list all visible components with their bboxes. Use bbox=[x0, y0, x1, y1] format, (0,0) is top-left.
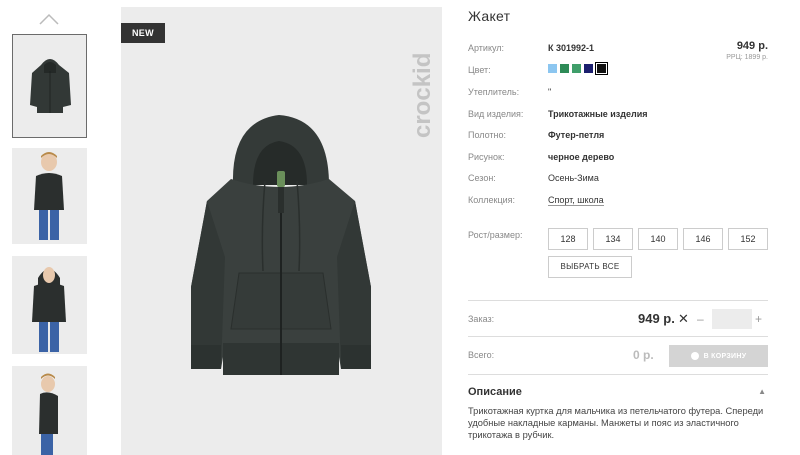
caret-up-icon[interactable]: ▲ bbox=[758, 387, 766, 396]
attr-value: " bbox=[548, 87, 552, 97]
attr-value: Трикотажные изделия bbox=[548, 109, 648, 119]
attr-row-color: Цвет: bbox=[468, 62, 768, 79]
attr-label: Рисунок: bbox=[468, 152, 505, 162]
add-to-cart-button[interactable]: В КОРЗИНУ bbox=[669, 345, 768, 367]
size-label: Рост/размер: bbox=[468, 230, 523, 240]
product-title: Жакет bbox=[468, 8, 511, 24]
attr-label: Коллекция: bbox=[468, 195, 516, 205]
color-swatch-green-2[interactable] bbox=[572, 64, 581, 73]
attr-value: черное дерево bbox=[548, 152, 615, 162]
divider bbox=[468, 336, 768, 337]
attr-row-pattern: Рисунок: черное дерево bbox=[468, 150, 768, 166]
divider bbox=[468, 300, 768, 301]
size-option-140[interactable]: 140 bbox=[638, 228, 678, 250]
color-swatch-light-blue[interactable] bbox=[548, 64, 557, 73]
jacket-image bbox=[191, 115, 371, 375]
description-text: Трикотажная куртка для мальчика из петел… bbox=[468, 406, 764, 440]
attr-label: Цвет: bbox=[468, 65, 491, 75]
size-option-128[interactable]: 128 bbox=[548, 228, 588, 250]
add-to-cart-label: В КОРЗИНУ bbox=[703, 352, 747, 360]
attr-label: Сезон: bbox=[468, 173, 496, 183]
thumbnail-model-side[interactable] bbox=[12, 366, 87, 455]
thumbnail-jacket[interactable] bbox=[12, 34, 87, 138]
attr-value: Осень-Зима bbox=[548, 173, 599, 183]
main-product-image: NEW crockid bbox=[121, 7, 442, 455]
size-option-134[interactable]: 134 bbox=[593, 228, 633, 250]
attr-row-insulation: Утеплитель: " bbox=[468, 85, 768, 101]
select-all-sizes-button[interactable]: ВЫБРАТЬ ВСЕ bbox=[548, 256, 632, 278]
quantity-input[interactable] bbox=[712, 309, 752, 329]
color-swatch-black[interactable] bbox=[595, 62, 608, 75]
order-label: Заказ: bbox=[468, 314, 495, 324]
color-swatch-green[interactable] bbox=[560, 64, 569, 73]
attr-label: Полотно: bbox=[468, 130, 507, 140]
total-label: Всего: bbox=[468, 350, 495, 360]
attr-value: Футер-петля bbox=[548, 130, 605, 140]
quantity-decrease-button[interactable]: – bbox=[697, 312, 704, 326]
chevron-up-icon[interactable] bbox=[38, 12, 60, 26]
new-badge: NEW bbox=[121, 23, 165, 43]
order-price: 949 р. bbox=[638, 311, 675, 326]
color-swatch-navy[interactable] bbox=[584, 64, 593, 73]
divider bbox=[468, 374, 768, 375]
attr-row-season: Сезон: Осень-Зима bbox=[468, 171, 768, 187]
attr-row-fabric: Полотно: Футер-петля bbox=[468, 128, 768, 144]
size-option-152[interactable]: 152 bbox=[728, 228, 768, 250]
size-option-146[interactable]: 146 bbox=[683, 228, 723, 250]
thumbnail-strip bbox=[12, 0, 88, 455]
quantity-increase-button[interactable]: + bbox=[755, 312, 762, 326]
thumbnail-model-hood[interactable] bbox=[12, 256, 87, 354]
attr-value: К 301992-1 bbox=[548, 43, 595, 53]
total-value: 0 р. bbox=[633, 348, 654, 362]
description-title: Описание bbox=[468, 386, 522, 398]
attr-label: Вид изделия: bbox=[468, 109, 524, 119]
attr-row-collection: Коллекция: Спорт, школа bbox=[468, 193, 768, 209]
cart-icon bbox=[690, 352, 699, 360]
multiply-icon: ✕ bbox=[678, 311, 689, 326]
attr-label: Артикул: bbox=[468, 43, 505, 53]
attr-row-article: Артикул: К 301992-1 bbox=[468, 41, 768, 57]
thumbnail-model-front[interactable] bbox=[12, 148, 87, 244]
attr-row-item-type: Вид изделия: Трикотажные изделия bbox=[468, 107, 768, 123]
collection-link[interactable]: Спорт, школа bbox=[548, 195, 604, 206]
product-info-panel: Жакет 949 р. РРЦ: 1899 р. Артикул: К 301… bbox=[468, 0, 768, 455]
svg-text:crockid: crockid bbox=[409, 53, 436, 138]
brand-logo: crockid bbox=[409, 53, 436, 138]
attr-label: Утеплитель: bbox=[468, 87, 520, 97]
